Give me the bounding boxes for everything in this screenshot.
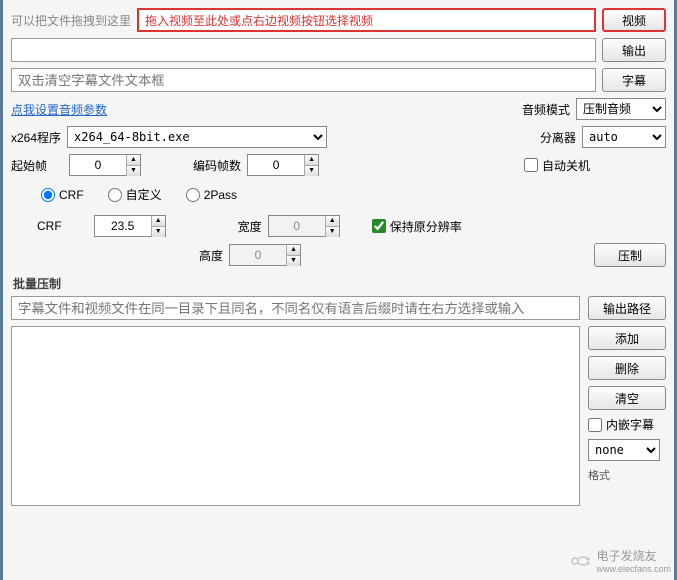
width-spinner[interactable]: ▲▼ [268,215,340,237]
spin-up-icon: ▲ [126,155,140,166]
video-drop-hint[interactable]: 拖入视频至此处或点右边视频按钮选择视频 [137,8,596,32]
separator-select[interactable]: auto [582,126,666,148]
auto-shutdown-checkbox[interactable]: 自动关机 [524,157,590,174]
separator-label: 分离器 [540,129,576,146]
output-path-input[interactable] [11,38,596,62]
audio-settings-link[interactable]: 点我设置音频参数 [11,103,107,117]
batch-title: 批量压制 [13,275,664,292]
batch-clear-button[interactable]: 清空 [588,386,666,410]
enc-frames-label: 编码帧数 [193,157,241,174]
spin-down-icon: ▼ [325,227,339,237]
watermark-logo-icon [568,549,592,573]
output-button[interactable]: 输出 [602,38,666,62]
video-button[interactable]: 视频 [602,8,666,32]
batch-list-box[interactable] [11,326,580,506]
spin-down-icon: ▼ [151,227,165,237]
crf-spinner[interactable]: ▲▼ [94,215,166,237]
spin-down-icon: ▼ [304,166,318,176]
enc-frames-spinner[interactable]: ▲▼ [247,154,319,176]
width-label: 宽度 [238,218,262,235]
batch-hint-input[interactable] [11,296,580,320]
spin-up-icon: ▲ [304,155,318,166]
spin-up-icon: ▲ [325,216,339,227]
mode-crf-radio[interactable]: CRF [41,188,84,202]
spin-down-icon: ▼ [286,256,300,266]
start-frame-label: 起始帧 [11,157,47,174]
spin-up-icon: ▲ [286,245,300,256]
spin-down-icon: ▼ [126,166,140,176]
encode-button[interactable]: 压制 [594,243,666,267]
x264-label: x264程序 [11,129,61,146]
drag-hint-label: 可以把文件拖拽到这里 [11,12,131,29]
crf-label: CRF [37,219,62,233]
batch-output-path-button[interactable]: 输出路径 [588,296,666,320]
spin-up-icon: ▲ [151,216,165,227]
subtitle-path-input[interactable] [11,68,596,92]
subtitle-button[interactable]: 字幕 [602,68,666,92]
batch-add-button[interactable]: 添加 [588,326,666,350]
audio-mode-select[interactable]: 压制音频 [576,98,666,120]
x264-program-select[interactable]: x264_64-8bit.exe [67,126,327,148]
embed-subtitle-checkbox[interactable]: 内嵌字幕 [588,416,666,433]
height-label: 高度 [199,247,223,264]
start-frame-spinner[interactable]: ▲▼ [69,154,141,176]
mode-2pass-radio[interactable]: 2Pass [186,188,237,202]
height-spinner[interactable]: ▲▼ [229,244,301,266]
format-label: 格式 [588,467,666,483]
mode-custom-radio[interactable]: 自定义 [108,186,162,203]
keep-resolution-checkbox[interactable]: 保持原分辨率 [372,218,462,235]
app-window: 可以把文件拖拽到这里 拖入视频至此处或点右边视频按钮选择视频 视频 输出 字幕 … [0,0,677,580]
subtitle-lang-select[interactable]: none [588,439,660,461]
batch-delete-button[interactable]: 删除 [588,356,666,380]
audio-mode-label: 音频模式 [522,101,570,118]
watermark: 电子发烧友 www.elecfans.com [568,547,671,574]
